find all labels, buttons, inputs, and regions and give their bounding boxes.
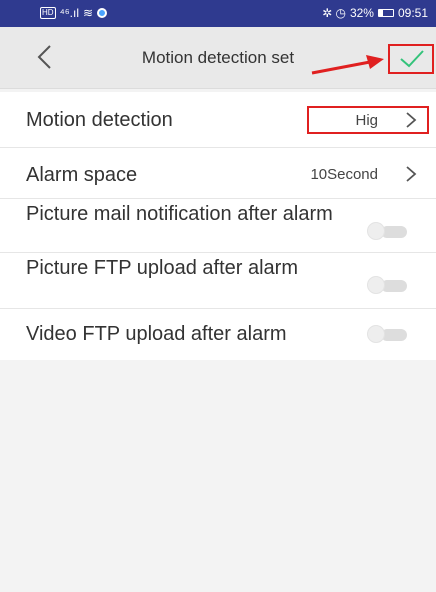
battery-icon bbox=[377, 9, 394, 17]
setting-row-video-ftp: Video FTP upload after alarm bbox=[0, 309, 436, 360]
checkmark-icon bbox=[400, 50, 424, 68]
setting-row-picture-ftp: Picture FTP upload after alarm bbox=[0, 253, 436, 309]
status-bar: HD ⁴⁶.ıl ≋ ✲ ◷ 32% 09:51 bbox=[0, 0, 436, 27]
settings-list: Motion detection Hig Alarm space 10Secon… bbox=[0, 92, 436, 360]
chevron-right-icon bbox=[406, 112, 417, 128]
status-left: HD ⁴⁶.ıl ≋ bbox=[40, 6, 108, 20]
chevron-right-icon bbox=[406, 166, 417, 182]
battery-percent: 32% bbox=[349, 6, 374, 20]
setting-value: Hig bbox=[355, 112, 378, 129]
setting-row-motion-detection[interactable]: Motion detection Hig bbox=[0, 92, 436, 148]
hd-badge: HD bbox=[40, 7, 56, 19]
toggle-knob bbox=[367, 222, 385, 240]
toggle-knob bbox=[367, 325, 385, 343]
setting-label: Motion detection bbox=[26, 109, 173, 131]
annotation-arrow bbox=[311, 55, 384, 75]
notification-icon bbox=[97, 8, 108, 18]
setting-row-picture-mail: Picture mail notification after alarm bbox=[0, 199, 436, 253]
toggle-knob bbox=[367, 276, 385, 294]
status-indicators-icon: ✲ ◷ bbox=[322, 6, 346, 20]
clock: 09:51 bbox=[397, 6, 428, 20]
wifi-icon: ≋ bbox=[83, 6, 94, 20]
status-right: ✲ ◷ 32% 09:51 bbox=[322, 6, 428, 20]
setting-label: Picture mail notification after alarm bbox=[26, 203, 333, 225]
setting-label: Alarm space bbox=[26, 164, 138, 186]
confirm-button[interactable] bbox=[388, 44, 434, 74]
picture-mail-toggle[interactable] bbox=[367, 222, 409, 240]
picture-ftp-toggle[interactable] bbox=[367, 276, 409, 294]
setting-label: Picture FTP upload after alarm bbox=[26, 257, 298, 279]
setting-row-alarm-space[interactable]: Alarm space 10Second bbox=[0, 148, 436, 199]
signal-icon: ⁴⁶.ıl bbox=[59, 6, 79, 20]
title-bar: Motion detection set bbox=[0, 27, 436, 89]
setting-label: Video FTP upload after alarm bbox=[26, 323, 287, 345]
setting-value: 10Second bbox=[310, 166, 378, 183]
video-ftp-toggle[interactable] bbox=[367, 325, 409, 343]
